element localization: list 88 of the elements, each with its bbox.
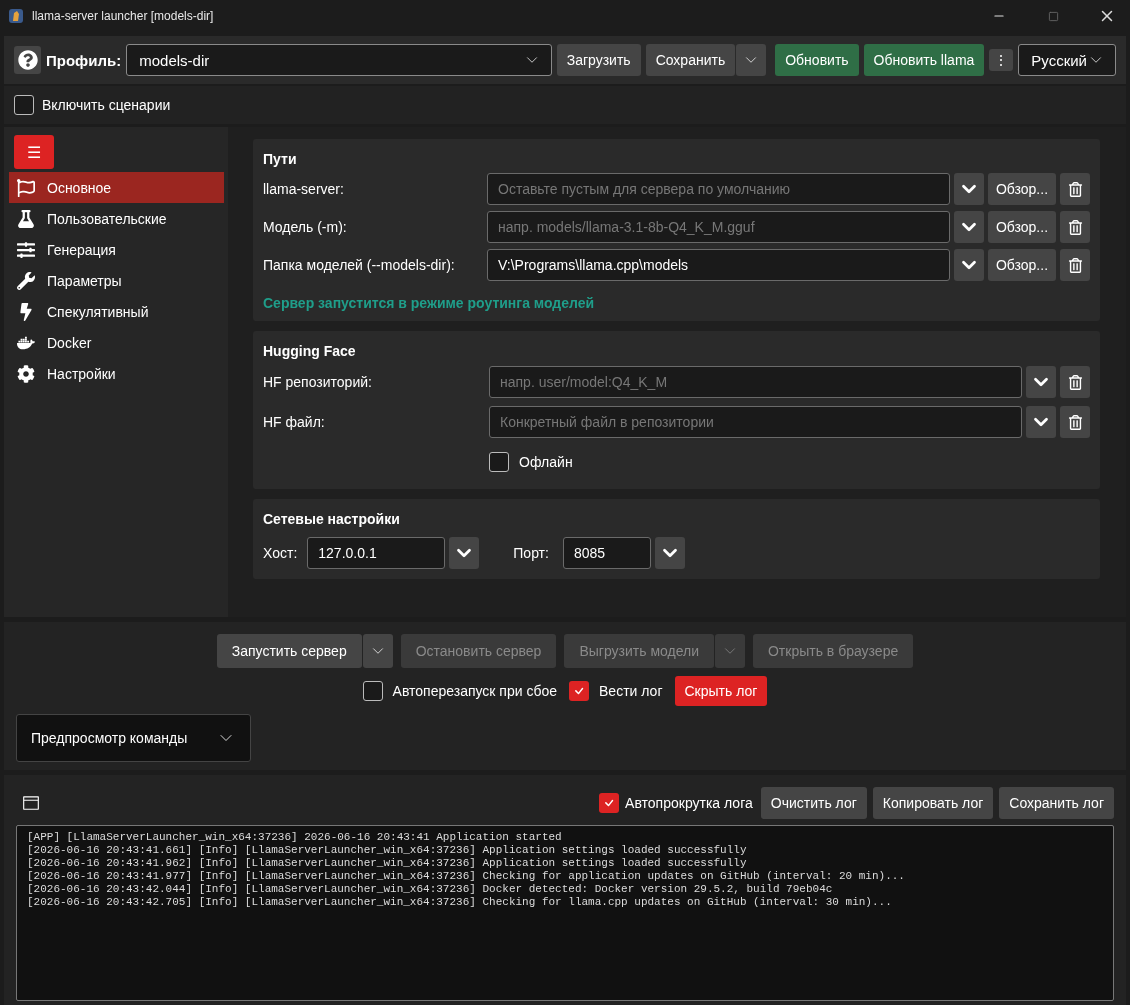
delete-button[interactable] [1060, 406, 1090, 438]
log-line: [2026-06-16 20:43:41.977] [Info] [LlamaServerLauncher_win_x64:37236] Checking for application updates on GitHub (interval: 20 min)... [27, 870, 906, 883]
sliders-icon [17, 240, 35, 259]
checkbox[interactable] [362, 681, 383, 701]
update-button[interactable]: Обновить [775, 44, 859, 76]
delete-button[interactable] [1060, 366, 1090, 398]
hide-log-button[interactable]: Скрыть лог [674, 676, 768, 706]
browse-button[interactable]: Обзор... [988, 211, 1056, 243]
wrench-icon [17, 271, 35, 290]
action-button[interactable]: Запустить сервер [216, 634, 362, 668]
checkbox-label: Автопрокрутка лога [625, 795, 753, 811]
input-field[interactable]: напр. models/llama-3.1-8b-Q4_K_M.gguf [487, 211, 950, 243]
dropdown-button[interactable] [654, 537, 685, 569]
checkbox[interactable] [569, 681, 590, 701]
dropdown-button[interactable] [954, 249, 984, 281]
field-label: Модель (-m): [263, 219, 348, 235]
section-title: Сетевые настройки [263, 511, 401, 527]
help-button[interactable] [14, 46, 41, 74]
dropdown-button[interactable] [1026, 406, 1056, 438]
gear-icon [17, 364, 35, 383]
sidebar-item[interactable]: Генерация [9, 234, 224, 265]
window-icon[interactable] [22, 794, 40, 812]
bolt-icon [17, 302, 35, 321]
port-field[interactable]: 8085 [562, 537, 651, 569]
checkbox-label: Офлайн [519, 454, 573, 470]
flask-icon [17, 209, 35, 228]
checkbox-label: Вести лог [599, 683, 663, 699]
log-line: [2026-06-16 20:43:42.044] [Info] [LlamaServerLauncher_win_x64:37236] Docker detected: Docker version 29.5.2, build 79eb04c [27, 883, 834, 896]
input-field[interactable]: Конкретный файл в репозитории [489, 406, 1022, 438]
info-text: Сервер запустится в режиме роутинга моделей [263, 295, 596, 311]
browse-button[interactable]: Обзор... [988, 249, 1056, 281]
dropdown-button[interactable] [1026, 366, 1056, 398]
sidebar-item[interactable]: Параметры [9, 265, 224, 296]
log-button[interactable]: Сохранить лог [999, 787, 1114, 819]
sidebar-item[interactable]: Основное [9, 172, 224, 203]
maximize-icon [1047, 10, 1059, 22]
command-preview-dropdown[interactable]: Предпросмотр команды [16, 714, 251, 762]
menu-button[interactable]: ☰ [14, 135, 54, 169]
update-llama-button[interactable]: Обновить llama [863, 44, 985, 76]
field-label: HF файл: [263, 414, 326, 430]
field-label: llama-server: [263, 181, 345, 197]
app-logo-icon [8, 8, 24, 24]
log-button[interactable]: Копировать лог [872, 787, 994, 819]
dropdown-button[interactable] [449, 537, 480, 569]
save-button[interactable]: Сохранить [645, 44, 736, 76]
section-title: Пути [263, 151, 298, 167]
delete-button[interactable] [1060, 249, 1090, 281]
browse-button[interactable]: Обзор... [988, 173, 1056, 205]
flag-icon [17, 178, 35, 197]
checkbox-label: Автоперезапуск при сбое [392, 683, 558, 699]
checkbox-label: Включить сценарии [42, 97, 171, 113]
sidebar-item[interactable]: Спекулятивный [9, 296, 224, 327]
trash-icon [1067, 181, 1083, 197]
checkbox[interactable] [599, 793, 620, 813]
log-line: [2026-06-16 20:43:41.661] [Info] [LlamaServerLauncher_win_x64:37236] Application settings loaded successfully [27, 844, 748, 857]
more-button[interactable]: ⋮ [989, 49, 1014, 71]
profile-select[interactable]: models-dir [126, 44, 552, 76]
dropdown-button[interactable] [954, 211, 984, 243]
sidebar-item[interactable]: Docker [9, 327, 224, 358]
trash-icon [1067, 374, 1083, 390]
field-label: Папка моделей (--models-dir): [263, 257, 456, 273]
log-line: [2026-06-16 20:43:42.705] [Info] [LlamaServerLauncher_win_x64:37236] Checking for llama.cpp updates on GitHub (interval: 30 min)... [27, 896, 893, 909]
field-label: Порт: [513, 545, 549, 561]
delete-button[interactable] [1060, 173, 1090, 205]
dropdown-button[interactable] [954, 173, 984, 205]
sidebar-item[interactable]: Настройки [9, 358, 224, 389]
log-line: [APP] [LlamaServerLauncher_win_x64:37236] 2026-06-16 20:43:41 Application started [27, 831, 563, 844]
input-field[interactable]: Оставьте пустым для сервера по умолчанию [487, 173, 950, 205]
checkbox[interactable] [14, 95, 34, 115]
log-button[interactable]: Очистить лог [760, 787, 867, 819]
language-select[interactable]: Русский [1018, 44, 1116, 76]
field-label: HF репозиторий: [263, 374, 373, 390]
section-title: Hugging Face [263, 343, 357, 359]
profile-label: Профиль: [46, 51, 122, 69]
trash-icon [1067, 414, 1083, 430]
load-button[interactable]: Загрузить [556, 44, 641, 76]
field-label: Хост: [263, 545, 298, 561]
host-field[interactable]: 127.0.0.1 [307, 537, 446, 569]
checkbox[interactable] [489, 452, 509, 472]
trash-icon [1067, 219, 1083, 235]
window-title: llama-server launcher [models-dir] [32, 9, 215, 23]
input-field[interactable]: V:\Programs\llama.cpp\models [487, 249, 950, 281]
help-icon [17, 50, 38, 70]
sidebar-item[interactable]: Пользовательские [9, 203, 224, 234]
input-field[interactable]: напр. user/model:Q4_K_M [489, 366, 1022, 398]
delete-button[interactable] [1060, 211, 1090, 243]
trash-icon [1067, 257, 1083, 273]
log-line: [2026-06-16 20:43:41.962] [Info] [LlamaServerLauncher_win_x64:37236] Application settings loaded successfully [27, 857, 748, 870]
